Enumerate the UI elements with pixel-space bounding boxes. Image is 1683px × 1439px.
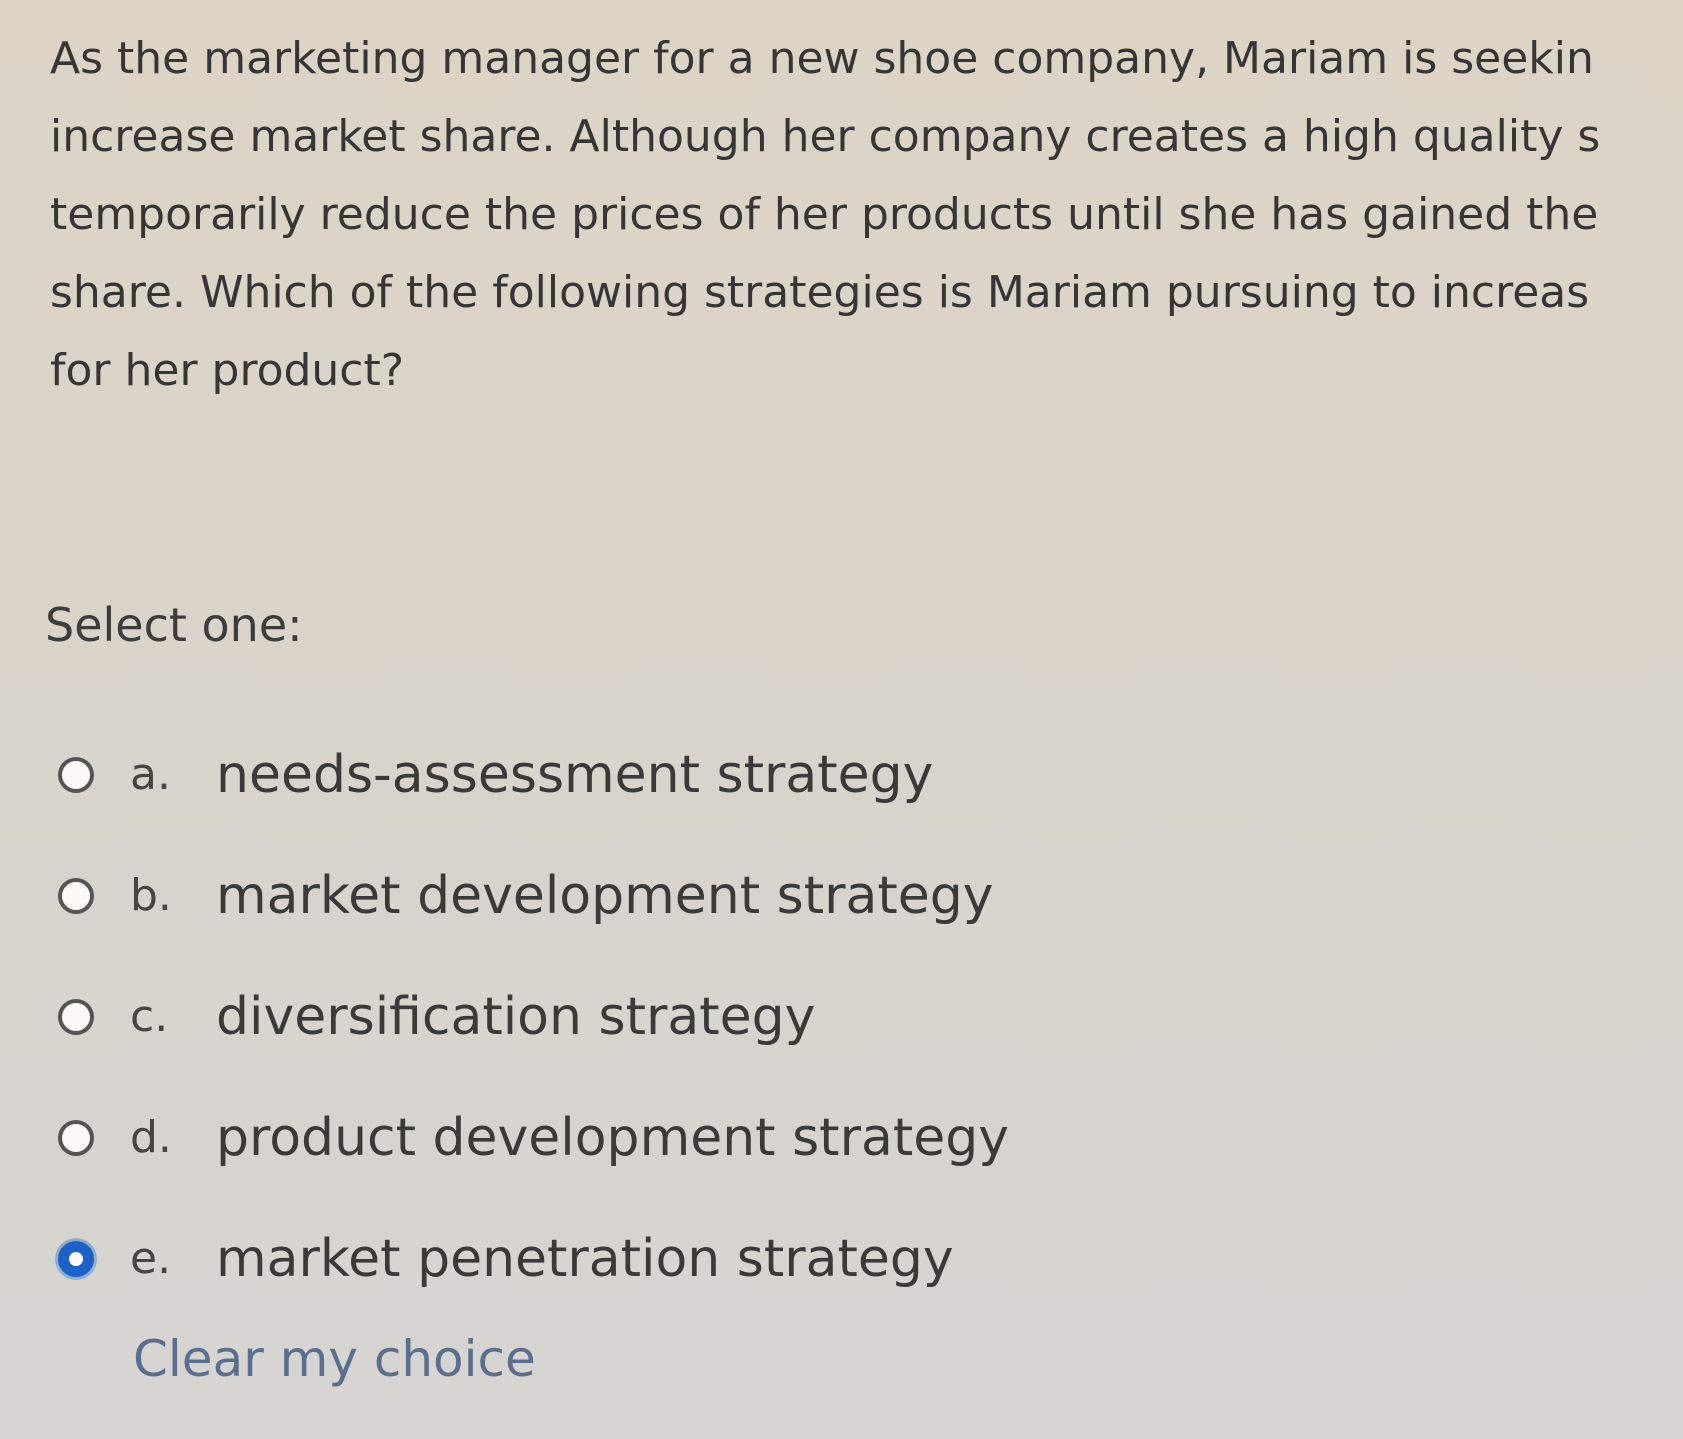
answer-option-b[interactable]: b. market development strategy [58, 835, 1009, 956]
option-letter: e. [130, 1233, 172, 1284]
option-label[interactable]: product development strategy [216, 1108, 1009, 1168]
question-line: share. Which of the following strategies… [50, 267, 1590, 318]
answer-option-a[interactable]: a. needs-assessment strategy [58, 714, 1009, 835]
question-text: As the marketing manager for a new shoe … [50, 20, 1600, 410]
radio-button-c[interactable] [58, 998, 94, 1035]
radio-button-d[interactable] [58, 1119, 94, 1156]
radio-button-a[interactable] [58, 756, 94, 793]
clear-my-choice-link[interactable]: Clear my choice [133, 1330, 536, 1388]
answer-option-e[interactable]: e. market penetration strategy [58, 1198, 1009, 1319]
quiz-page: As the marketing manager for a new shoe … [0, 0, 1683, 1439]
option-letter: b. [130, 870, 172, 921]
question-line: temporarily reduce the prices of her pro… [50, 189, 1599, 240]
question-line: As the marketing manager for a new shoe … [50, 33, 1594, 84]
answer-options: a. needs-assessment strategy b. market d… [58, 714, 1009, 1319]
option-letter: d. [130, 1112, 172, 1163]
question-line: for her product? [50, 345, 405, 396]
answer-option-c[interactable]: c. diversification strategy [58, 956, 1009, 1077]
answer-option-d[interactable]: d. product development strategy [58, 1077, 1009, 1198]
select-one-prompt: Select one: [45, 598, 303, 652]
radio-button-e[interactable] [58, 1240, 94, 1277]
option-letter: a. [130, 749, 171, 800]
radio-button-b[interactable] [58, 877, 94, 914]
option-label[interactable]: needs-assessment strategy [216, 745, 933, 805]
option-label[interactable]: market penetration strategy [216, 1229, 954, 1289]
option-letter: c. [130, 991, 169, 1042]
option-label[interactable]: diversification strategy [216, 987, 815, 1047]
option-label[interactable]: market development strategy [216, 866, 994, 926]
question-line: increase market share. Although her comp… [50, 111, 1601, 162]
